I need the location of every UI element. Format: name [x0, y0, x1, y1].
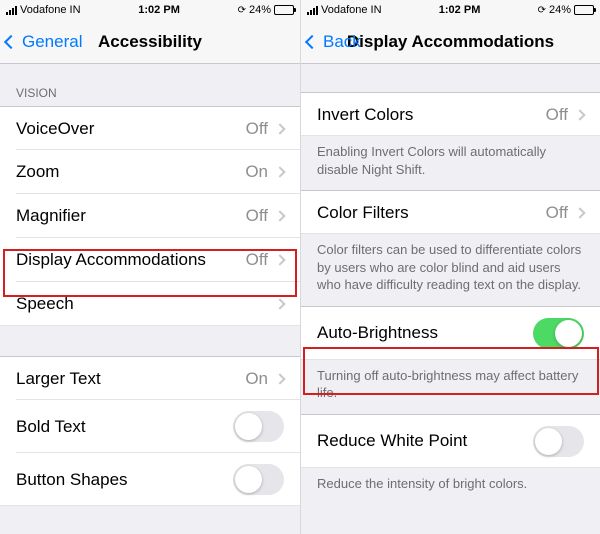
row-label: Zoom	[16, 162, 59, 182]
bold-text-toggle[interactable]	[233, 411, 284, 442]
settings-list: Invert Colors Off Enabling Invert Colors…	[301, 64, 600, 534]
zoom-row[interactable]: Zoom On	[0, 150, 300, 194]
row-value: Off	[246, 250, 268, 270]
auto-brightness-row[interactable]: Auto-Brightness	[301, 306, 600, 360]
page-title: Accessibility	[98, 32, 202, 52]
reduce-white-point-toggle[interactable]	[533, 426, 584, 457]
settings-list: VISION VoiceOver Off Zoom On Magnifier O…	[0, 64, 300, 534]
button-shapes-row[interactable]: Button Shapes	[0, 453, 300, 506]
chevron-left-icon	[4, 35, 18, 49]
chevron-right-icon	[574, 207, 585, 218]
carrier-label: Vodafone IN	[321, 4, 382, 16]
row-label: Larger Text	[16, 369, 101, 389]
row-value: Off	[246, 206, 268, 226]
invert-colors-footer: Enabling Invert Colors will automaticall…	[301, 136, 600, 190]
chevron-right-icon	[274, 254, 285, 265]
row-label: Auto-Brightness	[317, 323, 438, 343]
carrier-label: Vodafone IN	[20, 4, 81, 16]
chevron-right-icon	[274, 373, 285, 384]
color-filters-footer: Color filters can be used to differentia…	[301, 234, 600, 306]
button-shapes-toggle[interactable]	[233, 464, 284, 495]
row-label: Display Accommodations	[16, 250, 206, 270]
color-filters-row[interactable]: Color Filters Off	[301, 190, 600, 234]
nav-bar: Back Display Accommodations	[301, 20, 600, 64]
row-label: VoiceOver	[16, 119, 94, 139]
row-value: On	[245, 369, 268, 389]
status-bar: Vodafone IN 1:02 PM ⟳ 24%	[301, 0, 600, 20]
battery-percent-label: 24%	[549, 4, 571, 16]
row-value: Off	[546, 203, 568, 223]
battery-icon	[574, 5, 594, 15]
magnifier-row[interactable]: Magnifier Off	[0, 194, 300, 238]
back-button[interactable]: General	[6, 20, 82, 64]
page-title: Display Accommodations	[347, 32, 554, 52]
chevron-right-icon	[274, 166, 285, 177]
auto-brightness-toggle[interactable]	[533, 318, 584, 349]
screen-accessibility: Vodafone IN 1:02 PM ⟳ 24% General Access…	[0, 0, 300, 534]
reduce-white-point-footer: Reduce the intensity of bright colors.	[301, 468, 600, 505]
clock-label: 1:02 PM	[439, 4, 481, 16]
back-label: General	[22, 32, 82, 52]
larger-text-row[interactable]: Larger Text On	[0, 356, 300, 400]
row-label: Invert Colors	[317, 105, 413, 125]
reduce-white-point-row[interactable]: Reduce White Point	[301, 414, 600, 468]
row-value: Off	[546, 105, 568, 125]
chevron-right-icon	[574, 109, 585, 120]
row-label: Bold Text	[16, 417, 86, 437]
row-label: Color Filters	[317, 203, 409, 223]
speech-row[interactable]: Speech	[0, 282, 300, 326]
row-value: On	[245, 162, 268, 182]
nav-bar: General Accessibility	[0, 20, 300, 64]
signal-icon	[307, 6, 318, 15]
voiceover-row[interactable]: VoiceOver Off	[0, 106, 300, 150]
rotation-lock-icon: ⟳	[538, 5, 546, 16]
rotation-lock-icon: ⟳	[238, 5, 246, 16]
auto-brightness-footer: Turning off auto-brightness may affect b…	[301, 360, 600, 414]
battery-icon	[274, 5, 294, 15]
row-label: Magnifier	[16, 206, 86, 226]
status-bar: Vodafone IN 1:02 PM ⟳ 24%	[0, 0, 300, 20]
battery-percent-label: 24%	[249, 4, 271, 16]
row-label: Reduce White Point	[317, 431, 467, 451]
row-value: Off	[246, 119, 268, 139]
chevron-left-icon	[305, 35, 319, 49]
chevron-right-icon	[274, 298, 285, 309]
row-label: Speech	[16, 294, 74, 314]
back-label: Back	[323, 32, 361, 52]
section-header-vision: VISION	[0, 64, 300, 106]
clock-label: 1:02 PM	[138, 4, 180, 16]
back-button[interactable]: Back	[307, 20, 361, 64]
display-accommodations-row[interactable]: Display Accommodations Off	[0, 238, 300, 282]
row-label: Button Shapes	[16, 470, 128, 490]
bold-text-row[interactable]: Bold Text	[0, 400, 300, 453]
invert-colors-row[interactable]: Invert Colors Off	[301, 92, 600, 136]
signal-icon	[6, 6, 17, 15]
chevron-right-icon	[274, 123, 285, 134]
screen-display-accommodations: Vodafone IN 1:02 PM ⟳ 24% Back Display A…	[300, 0, 600, 534]
chevron-right-icon	[274, 210, 285, 221]
